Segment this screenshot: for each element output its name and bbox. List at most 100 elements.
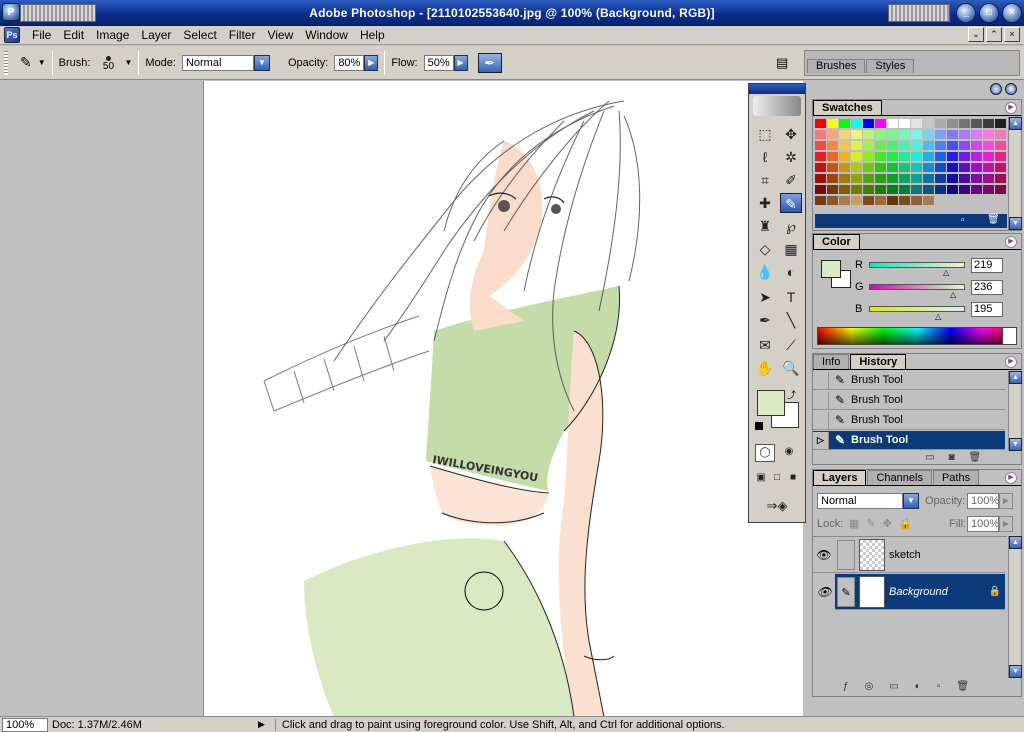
eyedropper-tool-icon[interactable]: ⟋: [780, 335, 802, 355]
swatch[interactable]: [827, 119, 838, 128]
tab-color[interactable]: Color: [813, 234, 860, 249]
swatch[interactable]: [947, 119, 958, 128]
swatch[interactable]: [983, 152, 994, 161]
hand-tool-icon[interactable]: ✋: [754, 358, 776, 378]
swatch[interactable]: [935, 152, 946, 161]
swatch[interactable]: [971, 119, 982, 128]
tab-history[interactable]: History: [850, 354, 907, 369]
clone-stamp-tool-icon[interactable]: ♜: [754, 216, 776, 236]
menu-layer[interactable]: Layer: [135, 28, 177, 42]
scroll-up-icon[interactable]: ▲: [1009, 117, 1022, 130]
layer-row-sketch[interactable]: 👁 sketch: [813, 537, 1005, 573]
flow-input[interactable]: 50%: [423, 54, 454, 71]
tab-brushes[interactable]: Brushes: [807, 59, 866, 73]
swatch[interactable]: [959, 152, 970, 161]
blur-tool-icon[interactable]: 💧: [754, 262, 776, 282]
swatch[interactable]: [887, 196, 898, 205]
swatch[interactable]: [911, 185, 922, 194]
swatch-grid[interactable]: [815, 119, 1007, 213]
swatch[interactable]: [995, 130, 1006, 139]
gradient-tool-icon[interactable]: ▦: [780, 239, 802, 259]
swatch[interactable]: [815, 119, 826, 128]
swatch[interactable]: [851, 174, 862, 183]
history-snapshot-box[interactable]: [813, 411, 829, 429]
swatch[interactable]: [899, 163, 910, 172]
screen-mode-menubar-icon[interactable]: □: [769, 470, 785, 486]
app-icon[interactable]: P: [2, 3, 20, 21]
blend-mode-dropdown-icon[interactable]: ▼: [903, 493, 919, 509]
swatch[interactable]: [887, 163, 898, 172]
tool-preset-dropdown-icon[interactable]: ▼: [38, 58, 46, 67]
swatch[interactable]: [983, 130, 994, 139]
swatch[interactable]: [839, 119, 850, 128]
swatch[interactable]: [863, 163, 874, 172]
swatch[interactable]: [983, 174, 994, 183]
swatch[interactable]: [899, 152, 910, 161]
layer-row-background[interactable]: 👁 ✎ Background 🔒: [813, 573, 1005, 610]
swatch[interactable]: [863, 141, 874, 150]
history-item[interactable]: ✎ Brush Tool: [813, 391, 1005, 410]
swatch[interactable]: [995, 163, 1006, 172]
swatch[interactable]: [995, 152, 1006, 161]
menu-view[interactable]: View: [261, 28, 299, 42]
swatches-menu-icon[interactable]: ▶: [1005, 102, 1017, 114]
tab-swatches[interactable]: Swatches: [813, 100, 882, 115]
mode-dropdown-icon[interactable]: ▼: [253, 54, 270, 71]
type-tool-icon[interactable]: T: [780, 287, 802, 307]
adjustment-layer-icon[interactable]: ◐: [915, 681, 921, 692]
eye-icon[interactable]: 👁: [813, 548, 835, 562]
link-box[interactable]: [837, 539, 855, 570]
swatch[interactable]: [863, 185, 874, 194]
brush-tool-icon[interactable]: ✎: [780, 193, 802, 213]
slice-tool-icon[interactable]: ✐: [780, 170, 802, 190]
swatch[interactable]: [875, 174, 886, 183]
layer-set-icon[interactable]: ▭: [889, 681, 898, 692]
doc-size[interactable]: Doc: 1.37M/2.46M: [52, 719, 252, 731]
swatch[interactable]: [935, 130, 946, 139]
scroll-down-icon[interactable]: ▼: [1009, 665, 1022, 678]
swatch[interactable]: [983, 163, 994, 172]
adobe-online-icon[interactable]: [753, 96, 801, 116]
swatch[interactable]: [995, 185, 1006, 194]
swatch[interactable]: [827, 130, 838, 139]
swatch[interactable]: [995, 141, 1006, 150]
swatch[interactable]: [983, 196, 994, 205]
swatch[interactable]: [959, 174, 970, 183]
swatch[interactable]: [839, 163, 850, 172]
swatch[interactable]: [875, 185, 886, 194]
swatch[interactable]: [875, 119, 886, 128]
menu-filter[interactable]: Filter: [223, 28, 262, 42]
swatch[interactable]: [971, 152, 982, 161]
history-item-current[interactable]: ▷ ✎ Brush Tool: [813, 431, 1005, 450]
tab-paths[interactable]: Paths: [932, 470, 980, 485]
history-brush-tool-icon[interactable]: ℘: [780, 216, 802, 236]
swatch[interactable]: [887, 174, 898, 183]
swatch[interactable]: [971, 185, 982, 194]
swatch[interactable]: [887, 141, 898, 150]
swatch[interactable]: [851, 185, 862, 194]
title-bar[interactable]: P Adobe Photoshop - [2110102553640.jpg @…: [0, 0, 1024, 26]
new-swatch-icon[interactable]: ▫: [961, 215, 965, 226]
swatch[interactable]: [911, 196, 922, 205]
menu-image[interactable]: Image: [90, 28, 135, 42]
swatch[interactable]: [983, 119, 994, 128]
quick-mask-icon[interactable]: ◉: [779, 444, 799, 462]
swatch[interactable]: [947, 185, 958, 194]
swatch[interactable]: [839, 174, 850, 183]
layers-scrollbar[interactable]: ▲ ▼: [1008, 536, 1022, 678]
swatch[interactable]: [875, 130, 886, 139]
swatch[interactable]: [899, 185, 910, 194]
brush-picker[interactable]: 50: [98, 54, 118, 72]
swatch[interactable]: [971, 130, 982, 139]
line-tool-icon[interactable]: ╲: [780, 310, 802, 330]
swatch[interactable]: [935, 119, 946, 128]
history-snapshot-box[interactable]: [813, 371, 829, 389]
b-value[interactable]: 195: [971, 302, 1003, 317]
swatch[interactable]: [947, 130, 958, 139]
swatch[interactable]: [827, 163, 838, 172]
minimize-icon[interactable]: _: [956, 3, 976, 23]
r-slider[interactable]: [869, 262, 965, 268]
swatch[interactable]: [959, 141, 970, 150]
layer-opacity-slider-icon[interactable]: ▶: [999, 493, 1013, 509]
swatch[interactable]: [887, 185, 898, 194]
